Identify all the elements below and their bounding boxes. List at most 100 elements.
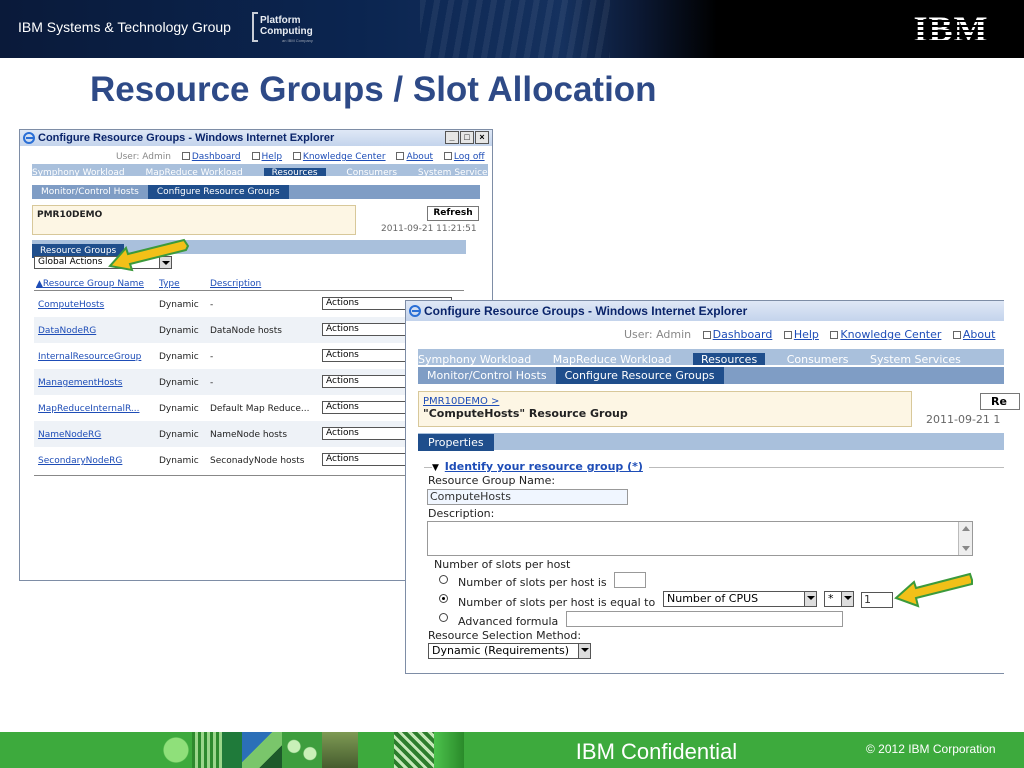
about-link[interactable]: About bbox=[396, 152, 433, 162]
subtab-monitor-hosts[interactable]: Monitor/Control Hosts bbox=[418, 367, 556, 384]
table-row: InternalResourceGroup Dynamic - Actions bbox=[34, 343, 464, 369]
highlight-arrow-global-actions bbox=[108, 238, 190, 272]
group-name-link[interactable]: MapReduceInternalR... bbox=[38, 404, 139, 414]
maximize-button[interactable]: □ bbox=[460, 131, 474, 144]
tab-system-services[interactable]: System Services bbox=[870, 353, 961, 365]
tab-consumers[interactable]: Consumers bbox=[346, 168, 397, 176]
minimize-button[interactable]: _ bbox=[445, 131, 459, 144]
option-equal-to: Number of slots per host is equal to bbox=[458, 596, 656, 609]
window-titlebar: Configure Resource Groups - Windows Inte… bbox=[20, 130, 492, 146]
refresh-button[interactable]: Re bbox=[980, 393, 1020, 410]
column-type[interactable]: Type bbox=[159, 279, 180, 289]
table-row: ComputeHosts Dynamic - Actions bbox=[34, 291, 464, 317]
tab-symphony-workload[interactable]: Symphony Workload bbox=[418, 353, 531, 365]
logoff-link[interactable]: Log off bbox=[444, 152, 485, 162]
dashboard-link[interactable]: Dashboard bbox=[182, 152, 241, 162]
arrow-shape bbox=[894, 572, 973, 608]
banner-decoration bbox=[420, 0, 610, 58]
operator-select[interactable]: * bbox=[824, 591, 854, 607]
user-label: User: Admin bbox=[116, 152, 171, 162]
knowledge-center-link[interactable]: Knowledge Center bbox=[293, 152, 386, 162]
user-bar: User: Admin Dashboard Help Knowledge Cen… bbox=[116, 152, 485, 162]
option-fixed-slots: Number of slots per host is bbox=[458, 576, 607, 589]
close-button[interactable]: × bbox=[475, 131, 489, 144]
advanced-formula-input[interactable] bbox=[566, 611, 843, 627]
group-type: Dynamic bbox=[159, 300, 199, 310]
main-nav: Symphony Workload MapReduce Workload Res… bbox=[418, 349, 1004, 365]
cluster-name: PMR10DEMO bbox=[37, 210, 103, 220]
tab-symphony-workload[interactable]: Symphony Workload bbox=[32, 168, 125, 176]
slots-label: Number of slots per host bbox=[434, 558, 571, 571]
tab-resources[interactable]: Resources bbox=[693, 353, 766, 365]
arrow-shape bbox=[108, 238, 190, 272]
user-bar: User: Admin Dashboard Help Knowledge Cen… bbox=[624, 328, 995, 341]
group-name-link[interactable]: SecondaryNodeRG bbox=[38, 456, 122, 466]
confidential-label: IBM Confidential bbox=[540, 732, 773, 768]
refresh-button[interactable]: Refresh bbox=[427, 206, 479, 221]
radio-equal-to[interactable] bbox=[439, 594, 448, 603]
properties-header: Properties bbox=[418, 433, 1004, 451]
sub-nav: Monitor/Control Hosts Configure Resource … bbox=[32, 185, 480, 199]
multiplier-input[interactable]: 1 bbox=[861, 592, 893, 608]
option-advanced-formula: Advanced formula bbox=[458, 615, 559, 628]
table-row: NameNodeRG Dynamic NameNode hosts Action… bbox=[34, 421, 464, 447]
selection-method-select[interactable]: Dynamic (Requirements) bbox=[428, 643, 591, 659]
group-name-link[interactable]: ComputeHosts bbox=[38, 300, 104, 310]
table-footer: Pr bbox=[34, 475, 464, 489]
group-name: IBM Systems & Technology Group bbox=[18, 19, 231, 35]
group-description: SeconadyNode hosts bbox=[210, 456, 305, 466]
column-name[interactable]: ▲Resource Group Name bbox=[36, 279, 144, 289]
textarea-scrollbar[interactable] bbox=[958, 522, 972, 555]
fieldset-legend[interactable]: Identify your resource group (*) bbox=[432, 460, 649, 473]
tab-mapreduce-workload[interactable]: MapReduce Workload bbox=[553, 353, 672, 365]
fixed-slots-input[interactable] bbox=[614, 572, 646, 588]
subtab-monitor-hosts[interactable]: Monitor/Control Hosts bbox=[32, 185, 148, 199]
ie-icon bbox=[23, 132, 35, 144]
help-link[interactable]: Help bbox=[784, 328, 819, 341]
group-name-link[interactable]: InternalResourceGroup bbox=[38, 352, 141, 362]
subtab-configure-groups[interactable]: Configure Resource Groups bbox=[147, 185, 289, 199]
section-title: Properties bbox=[418, 434, 494, 451]
tab-system-services[interactable]: System Services bbox=[418, 168, 488, 176]
group-name-link[interactable]: DataNodeRG bbox=[38, 326, 96, 336]
cpu-metric-select[interactable]: Number of CPUS bbox=[663, 591, 817, 607]
browser-window-properties: Configure Resource Groups - Windows Inte… bbox=[405, 300, 1020, 674]
tab-consumers[interactable]: Consumers bbox=[787, 353, 849, 365]
page-heading: "ComputeHosts" Resource Group bbox=[423, 407, 628, 420]
about-link[interactable]: About bbox=[953, 328, 996, 341]
table-row: MapReduceInternalR... Dynamic Default Ma… bbox=[34, 395, 464, 421]
description-label: Description: bbox=[428, 507, 495, 520]
operator-value: * bbox=[828, 592, 834, 605]
radio-fixed-slots[interactable] bbox=[439, 575, 448, 584]
user-label: User: Admin bbox=[624, 328, 692, 341]
group-description: Default Map Reduce... bbox=[210, 404, 310, 414]
group-type: Dynamic bbox=[159, 404, 199, 414]
subtab-configure-groups[interactable]: Configure Resource Groups bbox=[555, 367, 724, 384]
tab-resources[interactable]: Resources bbox=[263, 168, 326, 176]
help-link[interactable]: Help bbox=[252, 152, 283, 162]
group-name-input[interactable]: ComputeHosts bbox=[427, 489, 628, 505]
breadcrumb[interactable]: PMR10DEMO > bbox=[423, 396, 907, 407]
group-type: Dynamic bbox=[159, 352, 199, 362]
group-name-link[interactable]: NameNodeRG bbox=[38, 430, 101, 440]
highlight-arrow-slots bbox=[894, 572, 973, 608]
group-name-link[interactable]: ManagementHosts bbox=[38, 378, 122, 388]
radio-advanced-formula[interactable] bbox=[439, 613, 448, 622]
chevron-down-icon bbox=[578, 644, 590, 658]
table-row: DataNodeRG Dynamic DataNode hosts Action… bbox=[34, 317, 464, 343]
table-row: ManagementHosts Dynamic - Actions bbox=[34, 369, 464, 395]
legend-text: Identify your resource group (*) bbox=[444, 460, 643, 473]
platform-computing-logo: Platform Computing an IBM Company bbox=[252, 12, 322, 44]
dashboard-link[interactable]: Dashboard bbox=[703, 328, 773, 341]
method-label: Resource Selection Method: bbox=[428, 629, 582, 642]
ie-icon bbox=[409, 305, 421, 317]
description-textarea[interactable] bbox=[427, 521, 973, 556]
window-title: Configure Resource Groups - Windows Inte… bbox=[38, 132, 335, 144]
chevron-down-icon bbox=[804, 592, 816, 606]
tab-mapreduce-workload[interactable]: MapReduce Workload bbox=[146, 168, 243, 176]
column-description[interactable]: Description bbox=[210, 279, 261, 289]
knowledge-center-link[interactable]: Knowledge Center bbox=[830, 328, 941, 341]
top-banner: IBM Systems & Technology Group Platform … bbox=[0, 0, 1024, 58]
selection-method-value: Dynamic (Requirements) bbox=[432, 644, 570, 657]
timestamp: 2011-09-21 1 bbox=[926, 413, 1001, 426]
